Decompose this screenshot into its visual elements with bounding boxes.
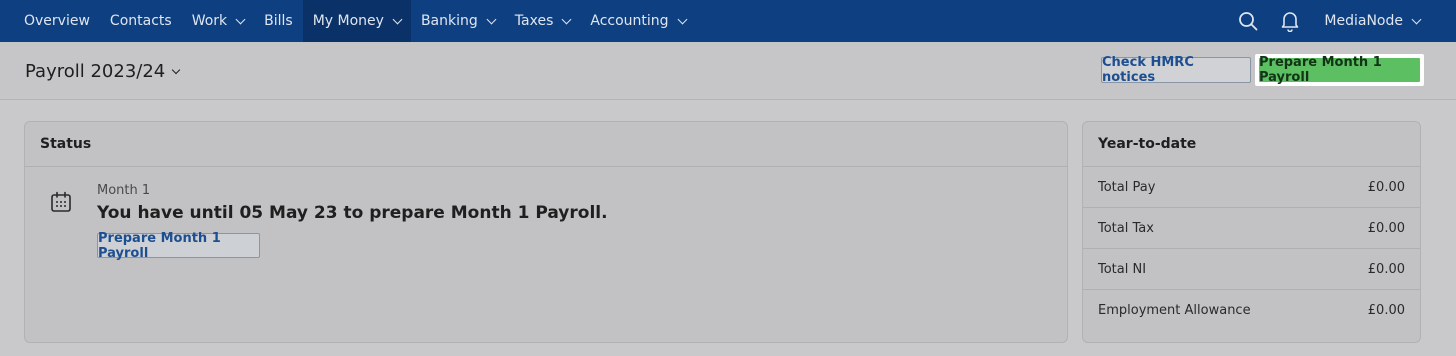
chevron-down-icon [172, 65, 181, 74]
top-navigation: Overview Contacts Work Bills My Money Ba… [0, 0, 1456, 42]
nav-menu: Overview Contacts Work Bills My Money Ba… [0, 0, 696, 42]
check-hmrc-notices-button[interactable]: Check HMRC notices [1101, 55, 1251, 85]
nav-item-overview[interactable]: Overview [14, 0, 100, 42]
ytd-label: Total Tax [1098, 220, 1154, 236]
prepare-payroll-button[interactable]: Prepare Month 1 Payroll [1259, 55, 1420, 85]
nav-item-label: My Money [312, 13, 384, 29]
ytd-label: Total Pay [1098, 179, 1156, 195]
nav-item-label: Work [191, 13, 228, 29]
ytd-value: £0.00 [1367, 179, 1405, 195]
chevron-down-icon [1411, 14, 1422, 24]
year-to-date-card: Year-to-date Total Pay £0.00 Total Tax £0.… [1082, 121, 1421, 343]
ytd-value: £0.00 [1367, 220, 1405, 236]
nav-item-label: Taxes [514, 13, 554, 29]
year-to-date-list: Total Pay £0.00 Total Tax £0.00 Total NI £0… [1083, 167, 1420, 331]
calendar-icon [51, 191, 71, 212]
list-item: Total Pay £0.00 [1083, 167, 1420, 208]
page-title: Payroll 2023/24 [25, 61, 166, 82]
nav-item-bills[interactable]: Bills [254, 0, 303, 42]
page-header: Payroll 2023/24 Check HMRC notices [0, 42, 1456, 100]
nav-item-label: Contacts [109, 13, 172, 29]
month-label: Month 1 [97, 183, 151, 198]
account-name: MediaNode [1324, 13, 1403, 29]
list-item: Total Tax £0.00 [1083, 208, 1420, 249]
account-menu[interactable]: MediaNode [1324, 13, 1422, 29]
ytd-value: £0.00 [1367, 261, 1405, 277]
deadline-message: You have until 05 May 23 to prepare Mont… [97, 203, 608, 223]
bell-icon[interactable] [1278, 9, 1302, 33]
chevron-down-icon [677, 14, 687, 24]
status-card: Status Month 1 You have until 05 May 23 … [24, 121, 1068, 343]
chevron-down-icon [392, 14, 403, 24]
nav-item-banking[interactable]: Banking [411, 0, 505, 42]
nav-item-label: Accounting [590, 13, 669, 29]
ytd-label: Total NI [1098, 261, 1147, 277]
chevron-down-icon [486, 14, 497, 24]
nav-item-accounting[interactable]: Accounting [580, 0, 695, 42]
search-icon[interactable] [1236, 9, 1260, 33]
nav-item-my-money[interactable]: My Money [302, 0, 411, 42]
chevron-down-icon [235, 14, 246, 24]
list-item: Employment Allowance £0.00 [1083, 290, 1420, 331]
nav-item-taxes[interactable]: Taxes [505, 0, 581, 42]
nav-item-work[interactable]: Work [182, 0, 254, 42]
nav-item-label: Banking [420, 13, 478, 29]
ytd-label: Employment Allowance [1098, 303, 1251, 318]
ytd-value: £0.00 [1367, 303, 1405, 318]
status-card-body: Month 1 You have until 05 May 23 to prep… [25, 167, 1067, 342]
nav-item-contacts[interactable]: Contacts [100, 0, 182, 42]
status-card-title: Status [25, 122, 1067, 167]
year-to-date-title: Year-to-date [1083, 122, 1420, 167]
chevron-down-icon [561, 14, 572, 24]
list-item: Total NI £0.00 [1083, 249, 1420, 290]
nav-right: MediaNode [1218, 0, 1456, 42]
nav-item-label: Bills [264, 13, 293, 29]
nav-item-label: Overview [24, 13, 90, 29]
payroll-year-selector[interactable]: Payroll 2023/24 [25, 61, 181, 82]
prepare-month-payroll-button[interactable]: Prepare Month 1 Payroll [97, 231, 260, 261]
